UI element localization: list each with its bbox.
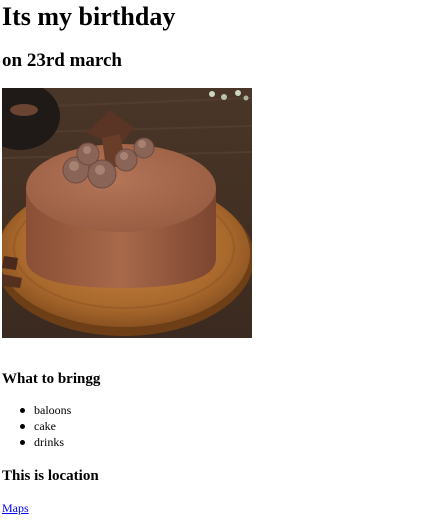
location-heading: This is location <box>2 468 99 484</box>
maps-link[interactable]: Maps <box>2 500 29 516</box>
list-item: baloons <box>19 403 72 417</box>
bring-list: baloons cake drinks <box>2 402 71 450</box>
cake-image <box>2 88 252 338</box>
page-title: Its my birthday <box>2 2 176 31</box>
date-subtitle: on 23rd march <box>2 50 122 71</box>
list-item: cake <box>19 418 71 434</box>
list-item: drinks <box>19 434 71 450</box>
bring-heading: What to bringg <box>2 371 101 387</box>
